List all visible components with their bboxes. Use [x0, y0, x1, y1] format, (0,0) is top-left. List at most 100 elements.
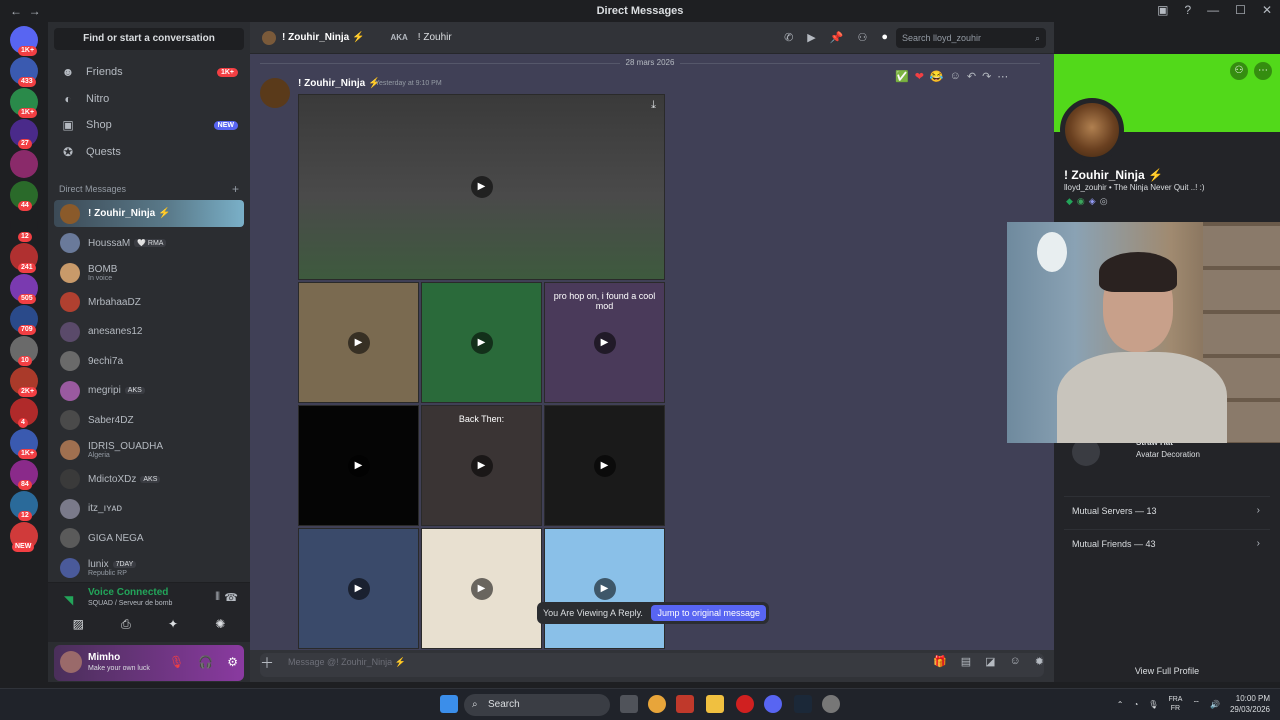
- windows-start-icon[interactable]: [440, 695, 458, 713]
- dm-item[interactable]: megripi AKS: [54, 377, 244, 404]
- dm-item[interactable]: HoussaM 🤍 RMA: [54, 230, 244, 257]
- dm-item[interactable]: ! Zouhir_Ninja ⚡: [54, 200, 244, 227]
- soundboard-icon[interactable]: ✺: [215, 617, 225, 632]
- create-dm-icon[interactable]: +: [232, 182, 239, 196]
- play-icon[interactable]: ▶: [347, 331, 370, 354]
- dm-item[interactable]: lunix 7DAY Republic RP: [54, 554, 244, 581]
- add-reaction-icon[interactable]: ☺: [950, 70, 961, 83]
- minimize-button[interactable]: —: [1207, 3, 1219, 17]
- steam-icon[interactable]: [794, 695, 812, 713]
- nav-quests[interactable]: ✪ Quests: [54, 140, 244, 164]
- message-author[interactable]: ! Zouhir_Ninja ⚡: [298, 78, 380, 89]
- noise-suppression-icon[interactable]: ⦀: [215, 591, 220, 604]
- badge-icon[interactable]: ◆: [1066, 196, 1073, 207]
- more-icon[interactable]: ⋯: [997, 70, 1008, 83]
- language-indicator[interactable]: FRA FR: [1168, 695, 1182, 713]
- reply-icon[interactable]: ↶: [967, 70, 976, 83]
- play-icon[interactable]: ▶: [470, 577, 493, 600]
- apps-icon[interactable]: ✹: [1035, 655, 1044, 668]
- play-icon[interactable]: ▶: [593, 454, 616, 477]
- volume-icon[interactable]: 🔊: [1210, 700, 1220, 709]
- find-conversation-button[interactable]: Find or start a conversation: [54, 28, 244, 50]
- snipping-tool-icon[interactable]: [676, 695, 694, 713]
- video-thumbnail[interactable]: ▶: [544, 528, 665, 649]
- mic-icon[interactable]: 🎙: [1148, 700, 1158, 709]
- file-explorer-icon[interactable]: [706, 695, 724, 713]
- discord-icon[interactable]: [764, 695, 782, 713]
- taskbar-search[interactable]: ⌕ Search: [464, 694, 610, 716]
- app-icon[interactable]: [822, 695, 840, 713]
- clock[interactable]: 10:00 PM 29/03/2026: [1230, 693, 1270, 715]
- wifi-icon[interactable]: ⌔: [1192, 699, 1200, 709]
- server-icon[interactable]: [10, 150, 38, 178]
- dm-item[interactable]: MdictoXDz AKS: [54, 466, 244, 493]
- video-thumbnail[interactable]: ▶: [544, 405, 665, 526]
- play-icon[interactable]: ▶: [593, 331, 616, 354]
- voice-channel[interactable]: SQUAD / Serveur de bomb: [88, 600, 172, 607]
- video-thumbnail[interactable]: ▶: [298, 282, 419, 403]
- heart-reaction-icon[interactable]: ❤: [915, 70, 924, 83]
- dm-item[interactable]: BOMB In voice: [54, 259, 244, 286]
- header-name[interactable]: ! Zouhir_Ninja ⚡: [282, 32, 364, 43]
- avatar-decoration[interactable]: Straw Hat Avatar Decoration: [1070, 438, 1266, 472]
- attach-plus-icon[interactable]: ＋: [260, 653, 274, 673]
- chrome-icon[interactable]: [648, 695, 666, 713]
- play-icon[interactable]: ▶: [470, 176, 493, 198]
- gif-icon[interactable]: ▤: [961, 655, 971, 668]
- badge-icon[interactable]: ◉: [1077, 196, 1085, 207]
- mute-icon[interactable]: 🎙: [169, 655, 184, 669]
- video-thumbnail[interactable]: ▶: [298, 528, 419, 649]
- video-thumbnail[interactable]: ▶: [298, 405, 419, 526]
- maximize-button[interactable]: ☐: [1235, 3, 1246, 17]
- mutual-friends[interactable]: Mutual Friends — 43 ›: [1064, 529, 1270, 557]
- activities-icon[interactable]: ✦: [168, 617, 178, 632]
- play-icon[interactable]: ▶: [347, 577, 370, 600]
- video-thumbnail[interactable]: pro hop on, i found a cool mod ▶: [544, 282, 665, 403]
- mutual-servers[interactable]: Mutual Servers — 13 ›: [1064, 496, 1270, 524]
- dm-item[interactable]: MrbahaaDZ: [54, 289, 244, 316]
- dm-item[interactable]: anesanes12: [54, 318, 244, 345]
- video-thumbnail[interactable]: ▶: [421, 282, 542, 403]
- disconnect-icon[interactable]: ☎: [224, 591, 238, 604]
- badge-icon[interactable]: ◈: [1089, 196, 1096, 207]
- profile-more-icon[interactable]: ⋯: [1254, 62, 1272, 80]
- profile-avatar[interactable]: [1060, 98, 1124, 162]
- video-thumbnail[interactable]: ▶: [421, 528, 542, 649]
- gift-icon[interactable]: 🎁: [933, 655, 947, 668]
- help-icon[interactable]: ?: [1184, 3, 1191, 17]
- pin-icon[interactable]: 📌: [830, 31, 844, 44]
- video-attachment[interactable]: ▶ ⤓: [298, 94, 665, 280]
- call-icon[interactable]: ✆: [784, 31, 793, 44]
- chevron-up-icon[interactable]: ⌃: [1117, 700, 1124, 709]
- dm-item[interactable]: itz_ıʏᴀᴅ: [54, 495, 244, 522]
- camera-off-icon[interactable]: ▨: [73, 617, 84, 632]
- search-input[interactable]: Search lloyd_zouhir ⌕: [896, 27, 1046, 48]
- view-full-profile-link[interactable]: View Full Profile: [1054, 666, 1280, 676]
- video-call-icon[interactable]: ▶: [807, 31, 815, 44]
- screen-share-icon[interactable]: ⎙: [121, 617, 131, 632]
- play-icon[interactable]: ▶: [470, 454, 493, 477]
- deafen-icon[interactable]: 🎧: [198, 655, 213, 669]
- dm-item[interactable]: Saber4DZ: [54, 407, 244, 434]
- play-icon[interactable]: ▶: [347, 454, 370, 477]
- play-icon[interactable]: ▶: [593, 577, 616, 600]
- nav-nitro[interactable]: ◐ Nitro: [54, 87, 244, 111]
- inbox-icon[interactable]: ▣: [1157, 3, 1168, 17]
- add-friend-icon[interactable]: ⚇: [1230, 62, 1248, 80]
- download-icon[interactable]: ⤓: [651, 99, 656, 112]
- play-icon[interactable]: ▶: [470, 331, 493, 354]
- sticker-icon[interactable]: ◪: [985, 655, 995, 668]
- avatar[interactable]: [60, 651, 82, 673]
- laugh-reaction-icon[interactable]: 😂: [930, 70, 944, 83]
- add-friends-icon[interactable]: ⚇: [857, 31, 867, 44]
- emoji-icon[interactable]: ☺: [1010, 655, 1021, 668]
- task-view-icon[interactable]: [620, 695, 638, 713]
- nav-friends[interactable]: ☻ Friends 1K+: [54, 60, 244, 84]
- message-avatar[interactable]: [260, 78, 290, 108]
- dm-item[interactable]: IDRIS_OUADHA Algeria: [54, 436, 244, 463]
- check-reaction-icon[interactable]: ✅: [895, 70, 909, 83]
- forward-icon[interactable]: ↷: [982, 70, 991, 83]
- jump-to-original-button[interactable]: Jump to original message: [651, 605, 766, 621]
- video-thumbnail[interactable]: Back Then: ▶: [421, 405, 542, 526]
- nav-shop[interactable]: ▣ Shop NEW: [54, 113, 244, 137]
